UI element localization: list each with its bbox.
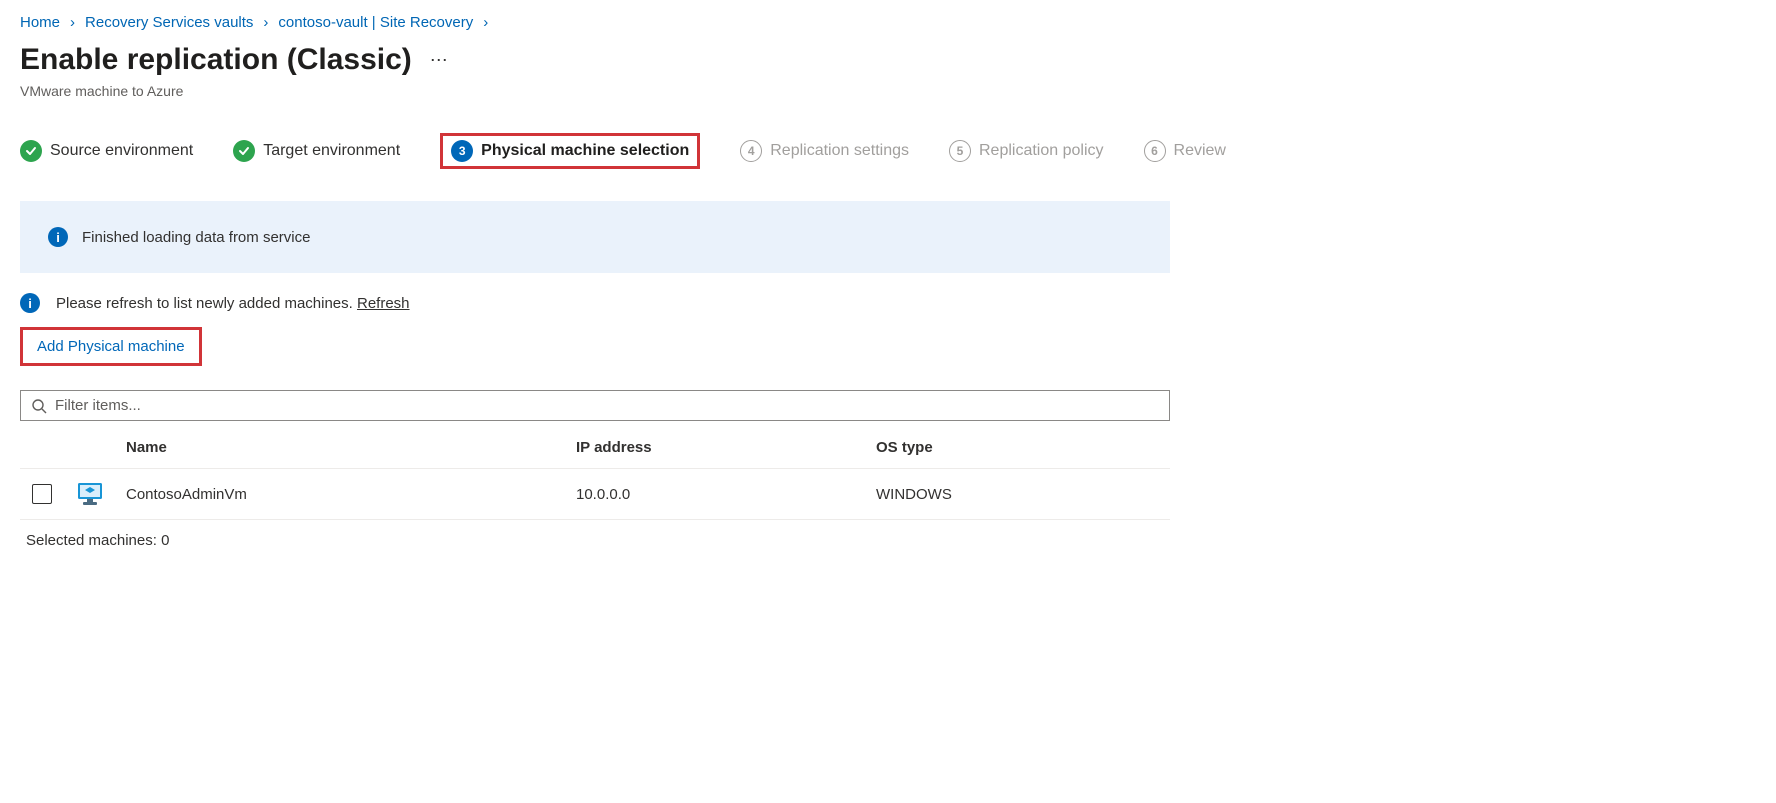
breadcrumb-home[interactable]: Home xyxy=(20,14,60,31)
cell-os: WINDOWS xyxy=(876,486,1164,503)
page-subtitle: VMware machine to Azure xyxy=(20,83,1756,99)
table-row[interactable]: ContosoAdminVm 10.0.0.0 WINDOWS xyxy=(20,469,1170,520)
step-label: Physical machine selection xyxy=(481,142,689,160)
col-os: OS type xyxy=(876,439,1164,456)
step-label: Replication policy xyxy=(979,142,1104,160)
info-banner: i Finished loading data from service xyxy=(20,201,1170,273)
refresh-link[interactable]: Refresh xyxy=(357,295,410,312)
filter-container xyxy=(20,390,1170,421)
vm-icon xyxy=(76,481,126,507)
wizard-steps: Source environment Target environment 3 … xyxy=(20,133,1756,169)
step-review[interactable]: 6 Review xyxy=(1144,140,1226,162)
step-number-icon: 3 xyxy=(451,140,473,162)
step-label: Target environment xyxy=(263,142,400,160)
info-icon: i xyxy=(20,293,40,313)
breadcrumb-vault-site-recovery[interactable]: contoso-vault | Site Recovery xyxy=(278,14,473,31)
highlight-add-physical-machine: Add Physical machine xyxy=(20,327,202,366)
more-actions-button[interactable]: ⋯ xyxy=(430,50,450,71)
table-header: Name IP address OS type xyxy=(20,427,1170,469)
col-name: Name xyxy=(126,439,576,456)
step-label: Review xyxy=(1174,142,1226,160)
step-source-environment[interactable]: Source environment xyxy=(20,140,193,162)
step-physical-machine-selection[interactable]: 3 Physical machine selection xyxy=(451,140,689,162)
step-replication-settings[interactable]: 4 Replication settings xyxy=(740,140,909,162)
step-number-icon: 4 xyxy=(740,140,762,162)
refresh-note-text: Please refresh to list newly added machi… xyxy=(56,295,353,312)
selected-machines-count: Selected machines: 0 xyxy=(20,520,1756,561)
page-title: Enable replication (Classic) xyxy=(20,43,412,77)
machines-table: Name IP address OS type ContosoAdminVm 1… xyxy=(20,427,1170,520)
breadcrumb-recovery-vaults[interactable]: Recovery Services vaults xyxy=(85,14,253,31)
add-physical-machine-link[interactable]: Add Physical machine xyxy=(37,338,185,355)
step-target-environment[interactable]: Target environment xyxy=(233,140,400,162)
breadcrumb: Home › Recovery Services vaults › contos… xyxy=(20,14,1756,31)
highlight-physical-machine-selection: 3 Physical machine selection xyxy=(440,133,700,169)
info-message: Finished loading data from service xyxy=(82,229,310,246)
step-label: Replication settings xyxy=(770,142,909,160)
cell-ip: 10.0.0.0 xyxy=(576,486,876,503)
row-checkbox[interactable] xyxy=(32,484,52,504)
chevron-right-icon: › xyxy=(70,14,75,31)
step-replication-policy[interactable]: 5 Replication policy xyxy=(949,140,1104,162)
step-label: Source environment xyxy=(50,142,193,160)
chevron-right-icon: › xyxy=(263,14,268,31)
step-number-icon: 6 xyxy=(1144,140,1166,162)
col-ip: IP address xyxy=(576,439,876,456)
info-icon: i xyxy=(48,227,68,247)
refresh-note: i Please refresh to list newly added mac… xyxy=(20,293,1756,313)
check-icon xyxy=(20,140,42,162)
chevron-right-icon: › xyxy=(483,14,488,31)
check-icon xyxy=(233,140,255,162)
search-icon xyxy=(31,398,47,414)
filter-input[interactable] xyxy=(55,397,1159,414)
cell-name: ContosoAdminVm xyxy=(126,486,576,503)
step-number-icon: 5 xyxy=(949,140,971,162)
